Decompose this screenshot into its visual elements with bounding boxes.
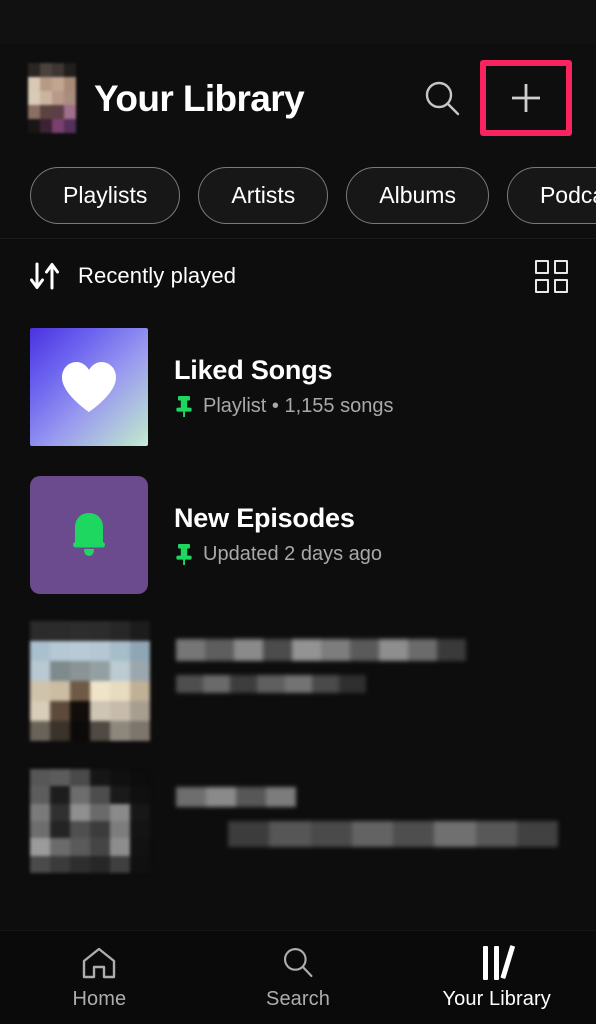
user-avatar-censored[interactable] bbox=[28, 63, 76, 133]
pin-icon bbox=[176, 395, 192, 417]
list-item-text-censored bbox=[150, 621, 466, 693]
grid-cell bbox=[554, 278, 568, 293]
grid-cell bbox=[535, 278, 549, 293]
nav-label: Search bbox=[266, 988, 330, 1010]
grid-view-icon[interactable] bbox=[535, 259, 568, 293]
cover-art-censored bbox=[30, 769, 150, 873]
nav-item-home[interactable]: Home bbox=[0, 946, 199, 1009]
cover-art-new-episodes bbox=[30, 476, 148, 594]
censored-subtitle-line bbox=[176, 675, 366, 693]
list-item-censored[interactable] bbox=[0, 609, 596, 757]
list-item-text: Liked Songs Playlist • 1,155 songs bbox=[148, 356, 393, 417]
search-icon bbox=[425, 81, 460, 116]
bottom-navigation: Home Search Your Library bbox=[0, 930, 596, 1024]
plus-icon bbox=[512, 84, 540, 112]
library-bar bbox=[494, 946, 500, 980]
list-item-censored[interactable] bbox=[0, 757, 596, 877]
list-item-subtitle: Updated 2 days ago bbox=[203, 542, 383, 565]
censored-title-line bbox=[176, 639, 466, 661]
nav-item-your-library[interactable]: Your Library bbox=[397, 945, 596, 1010]
filter-chip-playlists[interactable]: Playlists bbox=[30, 166, 181, 224]
search-button[interactable] bbox=[414, 70, 470, 126]
list-item-title: New Episodes bbox=[174, 503, 355, 534]
nav-label: Home bbox=[72, 988, 127, 1010]
filter-chip-podcasts[interactable]: Podcas bbox=[506, 166, 596, 224]
list-item-text-censored bbox=[150, 769, 558, 847]
sort-arrows-icon bbox=[30, 262, 59, 290]
home-icon bbox=[83, 947, 116, 979]
filter-chip-artists[interactable]: Artists bbox=[198, 166, 329, 224]
status-bar-spacer bbox=[0, 0, 596, 44]
bell-icon bbox=[73, 513, 105, 556]
heart-icon bbox=[62, 362, 116, 412]
censored-title-line bbox=[176, 787, 296, 807]
filter-chip-albums[interactable]: Albums bbox=[346, 166, 489, 224]
pin-icon bbox=[176, 543, 192, 565]
list-item-subtitle-row: Playlist • 1,155 songs bbox=[174, 394, 393, 418]
cover-art-censored bbox=[30, 621, 150, 741]
app-screen: Your Library Playlists Artists Albums Po… bbox=[0, 0, 596, 1024]
list-item-liked-songs[interactable]: Liked Songs Playlist • 1,155 songs bbox=[0, 313, 596, 461]
library-header: Your Library bbox=[0, 44, 596, 152]
grid-cell bbox=[535, 259, 549, 274]
sort-control[interactable]: Recently played bbox=[28, 261, 236, 291]
grid-cell bbox=[554, 259, 568, 274]
filter-chip-row[interactable]: Playlists Artists Albums Podcas bbox=[0, 152, 596, 238]
header-actions bbox=[414, 60, 572, 136]
list-item-subtitle-row: Updated 2 days ago bbox=[174, 542, 382, 566]
library-content: Recently played Liked Songs Playlist • 1… bbox=[0, 238, 596, 930]
list-item-text: New Episodes Updated 2 days ago bbox=[148, 504, 382, 565]
censored-subtitle-line bbox=[228, 821, 558, 847]
list-item-new-episodes[interactable]: New Episodes Updated 2 days ago bbox=[0, 461, 596, 609]
cover-art-liked-songs bbox=[30, 328, 148, 446]
list-item-title: Liked Songs bbox=[174, 355, 333, 386]
add-button[interactable] bbox=[480, 60, 572, 136]
search-icon bbox=[283, 948, 313, 978]
library-bar-slanted bbox=[500, 945, 516, 980]
nav-item-search[interactable]: Search bbox=[199, 946, 398, 1009]
library-icon bbox=[483, 945, 516, 980]
nav-label: Your Library bbox=[442, 988, 551, 1010]
sort-label: Recently played bbox=[78, 263, 237, 288]
library-bar bbox=[483, 946, 489, 980]
list-item-subtitle: Playlist • 1,155 songs bbox=[203, 394, 394, 417]
page-title: Your Library bbox=[94, 77, 305, 119]
sort-row: Recently played bbox=[0, 239, 596, 313]
